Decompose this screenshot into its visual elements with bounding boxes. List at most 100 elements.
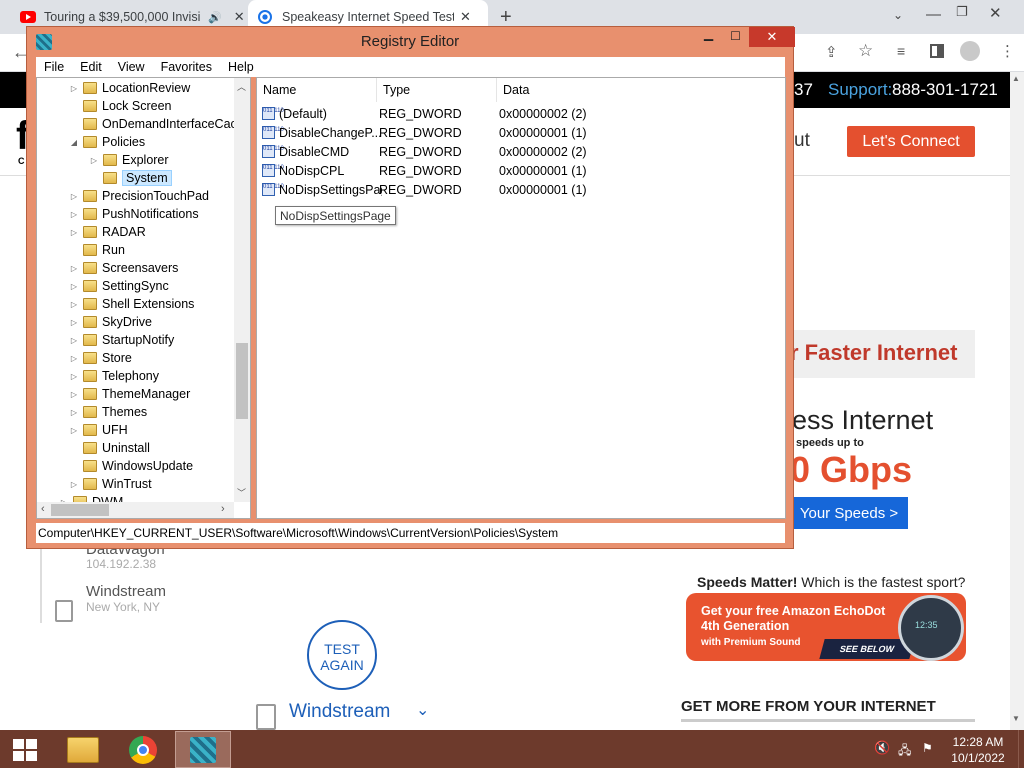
minimize-icon[interactable]: ▁	[695, 27, 722, 47]
value-row[interactable]: 011 110 DisableChangeP... REG_DWORD 0x00000…	[262, 123, 782, 142]
taskbar-file-explorer[interactable]	[55, 731, 111, 768]
page-scrollbar[interactable]: ▲ ▼	[1010, 72, 1024, 730]
tree-node[interactable]: ▷ Shell Extensions	[69, 295, 195, 313]
value-row[interactable]: 011 110 (Default) REG_DWORD 0x00000002 (2)	[262, 104, 782, 123]
expand-arrow-icon[interactable]: ▷	[69, 84, 79, 93]
tree-node[interactable]: ▷ SettingSync	[69, 277, 169, 295]
scroll-down-icon[interactable]: ﹀	[237, 486, 246, 499]
action-center-icon[interactable]: ⚑	[922, 741, 933, 755]
tree-node[interactable]: ▷ UFH	[69, 421, 128, 439]
expand-arrow-icon[interactable]: ▷	[69, 282, 79, 291]
scroll-right-icon[interactable]: ›	[221, 503, 225, 515]
tree-node[interactable]: ▷ ThemeManager	[69, 385, 190, 403]
expand-arrow-icon[interactable]: ▷	[69, 372, 79, 381]
scroll-thumb[interactable]	[51, 504, 109, 516]
tree-node[interactable]: ▷ Explorer	[89, 151, 169, 169]
show-desktop-button[interactable]	[1018, 730, 1024, 768]
tree-node[interactable]: ▷ SkyDrive	[69, 313, 152, 331]
bookmark-star-icon[interactable]: ☆	[858, 41, 873, 61]
close-icon[interactable]: ✕	[749, 27, 795, 47]
tree-node[interactable]: ▷ LocationReview	[69, 79, 190, 97]
value-row[interactable]: 011 110NoDispSettingsPageREG_DWORD 0x0000…	[262, 180, 782, 199]
support-phone[interactable]: 888-301-1721	[892, 80, 998, 100]
expand-arrow-icon[interactable]: ▷	[69, 318, 79, 327]
start-button[interactable]	[0, 731, 50, 768]
minimize-icon[interactable]: —	[926, 6, 941, 23]
chevron-down-icon[interactable]: ⌄	[416, 700, 429, 720]
regedit-titlebar[interactable]: Registry Editor ▁ ☐ ✕	[27, 27, 795, 57]
taskbar-clock[interactable]: 12:28 AM 10/1/2022	[948, 734, 1008, 766]
promo-faster-internet[interactable]: r Faster Internet	[790, 330, 975, 378]
echodot-ad[interactable]: Get your free Amazon EchoDot 4th Generat…	[686, 593, 966, 661]
expand-arrow-icon[interactable]: ▷	[69, 480, 79, 489]
tree-node[interactable]: ◢ Policies	[69, 133, 145, 151]
column-name[interactable]: Name	[257, 78, 377, 102]
tree-node[interactable]: Run	[69, 241, 125, 259]
tree-node[interactable]: ▷ Screensavers	[69, 259, 179, 277]
tree-node[interactable]: ▷ PrecisionTouchPad	[69, 187, 209, 205]
tree-node[interactable]: ▷ Themes	[69, 403, 147, 421]
test-again-button[interactable]: TEST AGAIN	[307, 620, 377, 690]
tree-hscrollbar[interactable]: ‹ ›	[37, 502, 234, 518]
scroll-left-icon[interactable]: ‹	[41, 503, 45, 515]
scroll-thumb[interactable]	[236, 343, 248, 419]
tree-node[interactable]: WindowsUpdate	[69, 457, 193, 475]
selected-server-name[interactable]: Windstream	[289, 701, 390, 723]
tree-node[interactable]: ▷ Store	[69, 349, 132, 367]
media-control-icon[interactable]: ≡	[897, 43, 905, 59]
maximize-icon[interactable]: ☐	[722, 29, 749, 47]
expand-arrow-icon[interactable]: ▷	[69, 426, 79, 435]
tree-node[interactable]: Lock Screen	[69, 97, 171, 115]
close-icon[interactable]: ✕	[989, 4, 1002, 22]
profile-avatar-icon[interactable]	[960, 41, 980, 61]
lets-connect-button[interactable]: Let's Connect	[847, 126, 975, 157]
column-data[interactable]: Data	[497, 78, 785, 102]
expand-arrow-icon[interactable]: ▷	[89, 156, 99, 165]
expand-arrow-icon[interactable]: ▷	[69, 300, 79, 309]
restore-icon[interactable]: ❐	[956, 4, 968, 20]
side-panel-icon[interactable]	[930, 44, 944, 58]
promo-your-speeds-button[interactable]: Your Speeds >	[790, 497, 908, 529]
expand-arrow-icon[interactable]: ▷	[69, 336, 79, 345]
expand-arrow-icon[interactable]: ▷	[69, 228, 79, 237]
menu-help[interactable]: Help	[220, 60, 262, 74]
expanded-arrow-icon[interactable]: ◢	[69, 138, 79, 147]
scroll-up-icon[interactable]: ▲	[1012, 74, 1020, 83]
chevron-down-icon[interactable]: ⌄	[893, 8, 903, 22]
promo-wireless-ad[interactable]: ess Internet speeds up to 0 Gbps Your Sp…	[790, 395, 970, 547]
taskbar-chrome[interactable]	[115, 731, 171, 768]
tree-node[interactable]: ▷ RADAR	[69, 223, 146, 241]
kebab-menu-icon[interactable]: ⋮	[1000, 42, 1015, 60]
registry-tree[interactable]: ▷ LocationReview Lock Screen OnDemandInterf…	[36, 77, 251, 519]
tab-close-icon[interactable]: ✕	[234, 9, 245, 25]
menu-file[interactable]: File	[36, 60, 72, 74]
expand-arrow-icon[interactable]: ▷	[69, 210, 79, 219]
column-type[interactable]: Type	[377, 78, 497, 102]
expand-arrow-icon[interactable]: ▷	[69, 192, 79, 201]
scroll-up-icon[interactable]: ︿	[237, 80, 246, 93]
value-row[interactable]: 011 110 DisableCMD REG_DWORD 0x00000002 (2)	[262, 142, 782, 161]
expand-arrow-icon[interactable]: ▷	[69, 354, 79, 363]
tree-node[interactable]: ▷ PushNotifications	[69, 205, 199, 223]
expand-arrow-icon[interactable]: ▷	[69, 408, 79, 417]
tab-close-icon[interactable]: ✕	[460, 9, 471, 25]
tree-node[interactable]: OnDemandInterfaceCach	[69, 115, 244, 133]
nav-about-fragment[interactable]: ut	[794, 130, 810, 152]
scroll-down-icon[interactable]: ▼	[1012, 714, 1020, 723]
value-row[interactable]: 011 110 NoDispCPL REG_DWORD 0x00000001 (1)	[262, 161, 782, 180]
network-icon[interactable]: 🖧	[898, 741, 911, 762]
share-icon[interactable]: ⇪	[825, 43, 838, 61]
speaker-icon[interactable]: 🔊	[208, 11, 222, 24]
expand-arrow-icon[interactable]: ▷	[69, 390, 79, 399]
volume-muted-icon[interactable]: 🔇	[874, 740, 890, 756]
tree-vscrollbar[interactable]: ︿ ﹀	[234, 78, 250, 502]
tree-node[interactable]: ▷ WinTrust	[69, 475, 152, 493]
menu-view[interactable]: View	[110, 60, 153, 74]
registry-values-list[interactable]: Name Type Data 011 110 (Default) REG_DWORD…	[256, 77, 786, 519]
tree-node[interactable]: ▷ StartupNotify	[69, 331, 174, 349]
tree-node[interactable]: Uninstall	[69, 439, 150, 457]
expand-arrow-icon[interactable]: ▷	[69, 264, 79, 273]
tree-node[interactable]: System	[89, 169, 172, 187]
taskbar-registry-editor[interactable]	[175, 731, 231, 768]
tree-node[interactable]: ▷ Telephony	[69, 367, 159, 385]
